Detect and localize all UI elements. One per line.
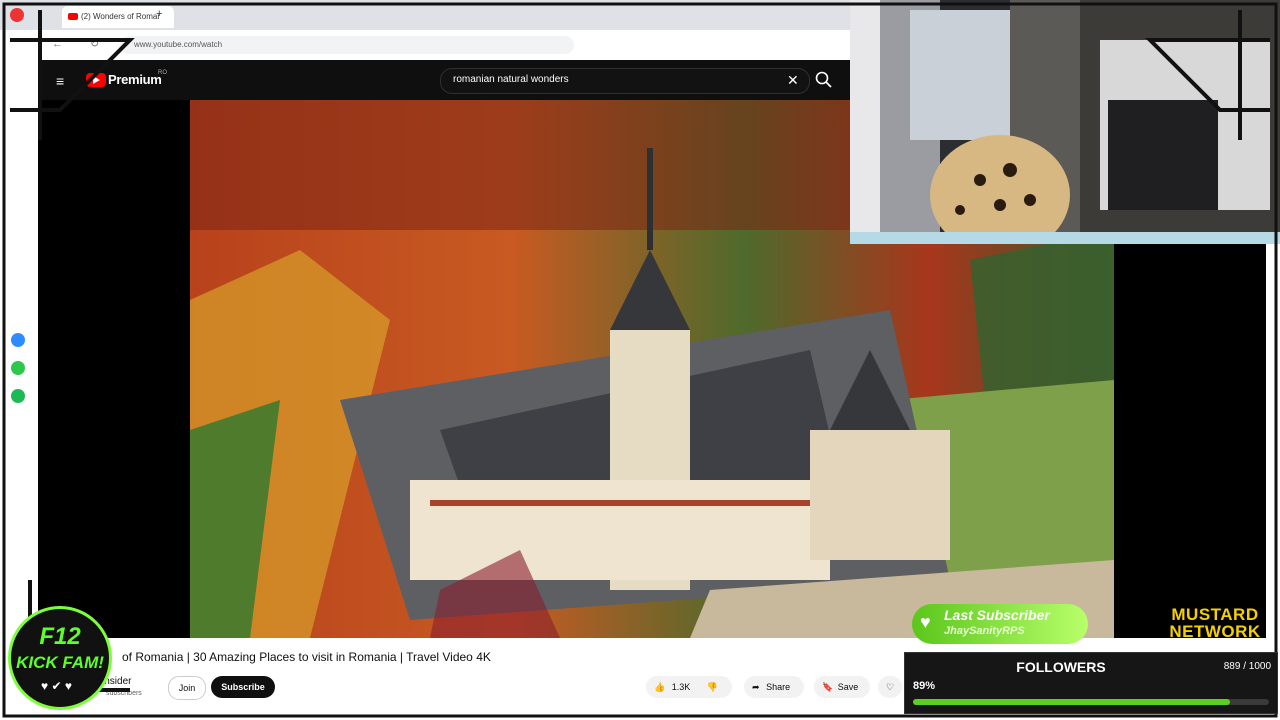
heart-icon: ♥ [920,612,931,632]
clear-search-icon[interactable]: ✕ [787,72,799,89]
followers-progress-fill [913,699,1230,705]
address-bar-row: ← ↻ www.youtube.com/watch [0,30,850,61]
reload-icon[interactable]: ↻ [90,37,99,50]
brand-logo: MUSTARD NETWORK [1156,606,1274,644]
followers-title: FOLLOWERS [1016,659,1106,675]
like-count: 1.3K [671,682,691,692]
logo-line-2: KICK FAM! [16,653,104,672]
youtube-favicon-icon [68,13,78,21]
tab-title: (2) Wonders of Romar [81,12,160,21]
browser-menu-icon[interactable] [10,8,24,22]
brand-line-1: MUSTARD [1171,605,1259,624]
share-label: Share [766,682,791,692]
followers-percent: 89% [913,680,936,692]
spotify-icon[interactable] [11,389,25,403]
search-input[interactable]: romanian natural wonders [453,74,569,85]
url-field[interactable]: www.youtube.com/watch [120,36,574,54]
last-subscriber-name: JhaySanityRPS [944,625,1025,637]
bookmark-icon: 🔖 [822,682,834,692]
thanks-icon: ♡ [885,682,895,692]
back-icon[interactable]: ← [52,38,63,50]
share-icon: ➦ [752,682,760,692]
channel-logo: F12 KICK FAM! ♥ ✔ ♥ [8,606,112,710]
new-tab-button[interactable]: + [156,8,162,20]
thanks-button[interactable]: ♡ [878,676,902,698]
followers-progress-track [913,699,1269,705]
youtube-header: ≡ Premium RO romanian natural wonders ✕ [38,60,850,100]
subscriber-count: subscribers [106,690,142,697]
messenger-icon[interactable] [11,333,25,347]
webcam-scene [850,0,1280,244]
thumbs-up-icon: 👍 [654,682,666,692]
last-subscriber-widget: ♥ Last Subscriber JhaySanityRPS [912,604,1088,644]
join-button[interactable]: Join [168,676,206,700]
followers-goal-widget: FOLLOWERS 889 / 1000 89% [904,652,1278,714]
like-button[interactable]: 👍 1.3K 👎 [646,676,732,698]
thumbs-down-icon[interactable]: 👎 [707,682,718,692]
hamburger-menu-icon[interactable]: ≡ [56,73,64,89]
youtube-logo-icon[interactable] [86,73,106,87]
save-label: Save [837,682,859,692]
region-code: RO [158,70,167,76]
search-box[interactable]: romanian natural wonders ✕ [440,68,810,94]
followers-count: 889 / 1000 [1223,661,1271,672]
subscribe-button[interactable]: Subscribe [211,676,275,698]
youtube-premium-logo[interactable]: Premium [108,72,162,87]
save-button[interactable]: 🔖 Save [814,676,870,698]
browser-tab-bar: (2) Wonders of Romar + [0,0,850,30]
webcam-feed [850,0,1280,244]
logo-line-1: F12 [39,623,81,650]
whatsapp-icon[interactable] [11,361,25,375]
share-button[interactable]: ➦ Share [744,676,804,698]
search-icon[interactable] [814,70,834,90]
hearts-icon: ♥ ✔ ♥ [41,679,72,693]
video-title: of Romania | 30 Amazing Places to visit … [122,650,491,664]
last-subscriber-title: Last Subscriber [944,607,1050,623]
video-details: of Romania | 30 Amazing Places to visit … [38,638,908,720]
video-right-letterbox [1114,244,1266,638]
brand-line-2: NETWORK [1169,622,1261,641]
